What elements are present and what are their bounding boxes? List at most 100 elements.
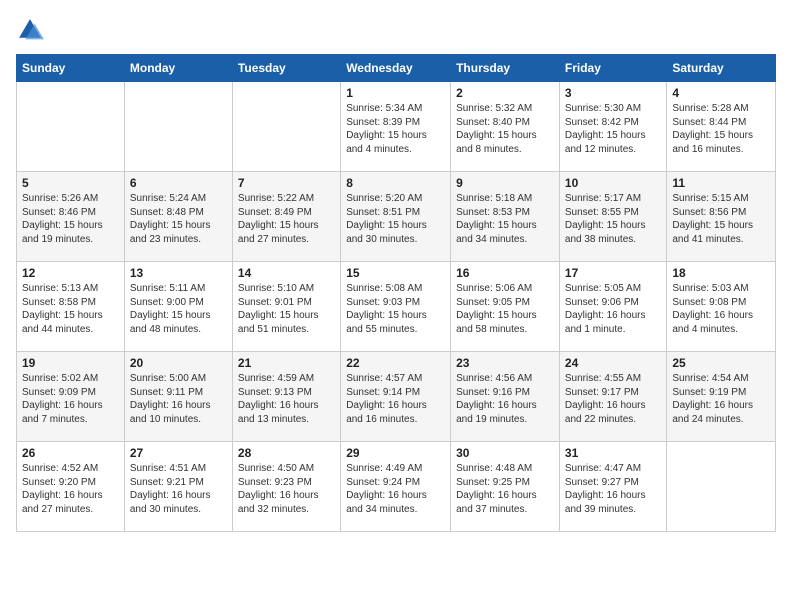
calendar-cell: 24 Sunrise: 4:55 AM Sunset: 9:17 PM Dayli… (559, 352, 666, 442)
calendar-cell: 12 Sunrise: 5:13 AM Sunset: 8:58 PM Dayli… (17, 262, 125, 352)
day-info: Sunrise: 5:15 AM Sunset: 8:56 PM Dayligh… (672, 192, 770, 246)
calendar-cell: 21 Sunrise: 4:59 AM Sunset: 9:13 PM Dayli… (232, 352, 340, 442)
day-of-week-header: Wednesday (341, 55, 451, 82)
day-number: 18 (672, 266, 770, 280)
day-number: 25 (672, 356, 770, 370)
day-number: 1 (346, 86, 445, 100)
calendar-cell: 10 Sunrise: 5:17 AM Sunset: 8:55 PM Dayli… (559, 172, 666, 262)
calendar-cell: 22Sunrise: 4:57 AM Sunset: 9:14 PM Dayli… (341, 352, 451, 442)
calendar-cell: 18 Sunrise: 5:03 AM Sunset: 9:08 PM Dayli… (667, 262, 776, 352)
calendar-cell: 4 Sunrise: 5:28 AM Sunset: 8:44 PM Daylig… (667, 82, 776, 172)
calendar-header-row: SundayMondayTuesdayWednesdayThursdayFrid… (17, 55, 776, 82)
day-number: 19 (22, 356, 119, 370)
day-number: 16 (456, 266, 554, 280)
calendar-cell: 9 Sunrise: 5:18 AM Sunset: 8:53 PM Daylig… (451, 172, 560, 262)
day-info: Sunrise: 4:56 AM Sunset: 9:16 PM Dayligh… (456, 372, 554, 426)
header (16, 16, 776, 44)
day-info: Sunrise: 5:32 AM Sunset: 8:40 PM Dayligh… (456, 102, 554, 156)
day-number: 23 (456, 356, 554, 370)
day-number: 24 (565, 356, 661, 370)
day-number: 13 (130, 266, 227, 280)
day-info: Sunrise: 4:48 AM Sunset: 9:25 PM Dayligh… (456, 462, 554, 516)
calendar-cell: 19 Sunrise: 5:02 AM Sunset: 9:09 PM Dayli… (17, 352, 125, 442)
day-info: Sunrise: 4:55 AM Sunset: 9:17 PM Dayligh… (565, 372, 661, 426)
calendar-cell: 15 Sunrise: 5:08 AM Sunset: 9:03 PM Dayli… (341, 262, 451, 352)
day-number: 5 (22, 176, 119, 190)
logo (16, 16, 48, 44)
calendar-week-row: 5 Sunrise: 5:26 AM Sunset: 8:46 PM Daylig… (17, 172, 776, 262)
day-of-week-header: Friday (559, 55, 666, 82)
day-info: Sunrise: 5:06 AM Sunset: 9:05 PM Dayligh… (456, 282, 554, 336)
day-info: Sunrise: 5:02 AM Sunset: 9:09 PM Dayligh… (22, 372, 119, 426)
day-info: Sunrise: 5:24 AM Sunset: 8:48 PM Dayligh… (130, 192, 227, 246)
calendar-week-row: 26 Sunrise: 4:52 AM Sunset: 9:20 PM Dayli… (17, 442, 776, 532)
day-info: Sunrise: 5:11 AM Sunset: 9:00 PM Dayligh… (130, 282, 227, 336)
calendar-cell: 1 Sunrise: 5:34 AM Sunset: 8:39 PM Daylig… (341, 82, 451, 172)
calendar-cell: 8 Sunrise: 5:20 AM Sunset: 8:51 PM Daylig… (341, 172, 451, 262)
day-number: 26 (22, 446, 119, 460)
day-info: Sunrise: 5:26 AM Sunset: 8:46 PM Dayligh… (22, 192, 119, 246)
day-info: Sunrise: 4:47 AM Sunset: 9:27 PM Dayligh… (565, 462, 661, 516)
calendar-week-row: 19 Sunrise: 5:02 AM Sunset: 9:09 PM Dayli… (17, 352, 776, 442)
day-info: Sunrise: 5:22 AM Sunset: 8:49 PM Dayligh… (238, 192, 335, 246)
day-number: 21 (238, 356, 335, 370)
calendar-cell: 30Sunrise: 4:48 AM Sunset: 9:25 PM Dayli… (451, 442, 560, 532)
day-info: Sunrise: 5:03 AM Sunset: 9:08 PM Dayligh… (672, 282, 770, 336)
day-info: Sunrise: 5:17 AM Sunset: 8:55 PM Dayligh… (565, 192, 661, 246)
day-number: 14 (238, 266, 335, 280)
day-of-week-header: Monday (124, 55, 232, 82)
day-of-week-header: Tuesday (232, 55, 340, 82)
day-number: 10 (565, 176, 661, 190)
day-info: Sunrise: 4:49 AM Sunset: 9:24 PM Dayligh… (346, 462, 445, 516)
logo-icon (16, 16, 44, 44)
calendar-cell: 3 Sunrise: 5:30 AM Sunset: 8:42 PM Daylig… (559, 82, 666, 172)
calendar-cell (124, 82, 232, 172)
calendar-cell: 26 Sunrise: 4:52 AM Sunset: 9:20 PM Dayli… (17, 442, 125, 532)
calendar-cell: 7 Sunrise: 5:22 AM Sunset: 8:49 PM Daylig… (232, 172, 340, 262)
calendar-cell: 17Sunrise: 5:05 AM Sunset: 9:06 PM Dayli… (559, 262, 666, 352)
calendar-week-row: 12 Sunrise: 5:13 AM Sunset: 8:58 PM Dayli… (17, 262, 776, 352)
calendar-cell: 25Sunrise: 4:54 AM Sunset: 9:19 PM Dayli… (667, 352, 776, 442)
calendar-cell: 20Sunrise: 5:00 AM Sunset: 9:11 PM Dayli… (124, 352, 232, 442)
day-of-week-header: Thursday (451, 55, 560, 82)
day-number: 3 (565, 86, 661, 100)
day-info: Sunrise: 5:10 AM Sunset: 9:01 PM Dayligh… (238, 282, 335, 336)
calendar-cell: 27Sunrise: 4:51 AM Sunset: 9:21 PM Dayli… (124, 442, 232, 532)
day-number: 6 (130, 176, 227, 190)
calendar-cell: 28Sunrise: 4:50 AM Sunset: 9:23 PM Dayli… (232, 442, 340, 532)
day-number: 9 (456, 176, 554, 190)
calendar-cell (232, 82, 340, 172)
calendar-cell: 14 Sunrise: 5:10 AM Sunset: 9:01 PM Dayli… (232, 262, 340, 352)
day-info: Sunrise: 5:20 AM Sunset: 8:51 PM Dayligh… (346, 192, 445, 246)
calendar-cell: 11 Sunrise: 5:15 AM Sunset: 8:56 PM Dayli… (667, 172, 776, 262)
day-info: Sunrise: 5:30 AM Sunset: 8:42 PM Dayligh… (565, 102, 661, 156)
day-info: Sunrise: 5:34 AM Sunset: 8:39 PM Dayligh… (346, 102, 445, 156)
calendar-week-row: 1 Sunrise: 5:34 AM Sunset: 8:39 PM Daylig… (17, 82, 776, 172)
day-info: Sunrise: 5:13 AM Sunset: 8:58 PM Dayligh… (22, 282, 119, 336)
day-number: 28 (238, 446, 335, 460)
day-number: 27 (130, 446, 227, 460)
day-info: Sunrise: 5:18 AM Sunset: 8:53 PM Dayligh… (456, 192, 554, 246)
calendar-cell (17, 82, 125, 172)
calendar-cell: 6 Sunrise: 5:24 AM Sunset: 8:48 PM Daylig… (124, 172, 232, 262)
day-info: Sunrise: 5:08 AM Sunset: 9:03 PM Dayligh… (346, 282, 445, 336)
day-number: 8 (346, 176, 445, 190)
day-number: 29 (346, 446, 445, 460)
day-number: 22 (346, 356, 445, 370)
calendar-table: SundayMondayTuesdayWednesdayThursdayFrid… (16, 54, 776, 532)
day-number: 12 (22, 266, 119, 280)
calendar-cell: 31 Sunrise: 4:47 AM Sunset: 9:27 PM Dayli… (559, 442, 666, 532)
day-info: Sunrise: 5:28 AM Sunset: 8:44 PM Dayligh… (672, 102, 770, 156)
calendar-cell (667, 442, 776, 532)
day-number: 31 (565, 446, 661, 460)
calendar-cell: 2Sunrise: 5:32 AM Sunset: 8:40 PM Daylig… (451, 82, 560, 172)
day-number: 11 (672, 176, 770, 190)
day-info: Sunrise: 4:59 AM Sunset: 9:13 PM Dayligh… (238, 372, 335, 426)
day-info: Sunrise: 4:52 AM Sunset: 9:20 PM Dayligh… (22, 462, 119, 516)
day-number: 15 (346, 266, 445, 280)
day-number: 7 (238, 176, 335, 190)
day-number: 4 (672, 86, 770, 100)
calendar-cell: 23 Sunrise: 4:56 AM Sunset: 9:16 PM Dayli… (451, 352, 560, 442)
day-info: Sunrise: 5:00 AM Sunset: 9:11 PM Dayligh… (130, 372, 227, 426)
day-of-week-header: Sunday (17, 55, 125, 82)
